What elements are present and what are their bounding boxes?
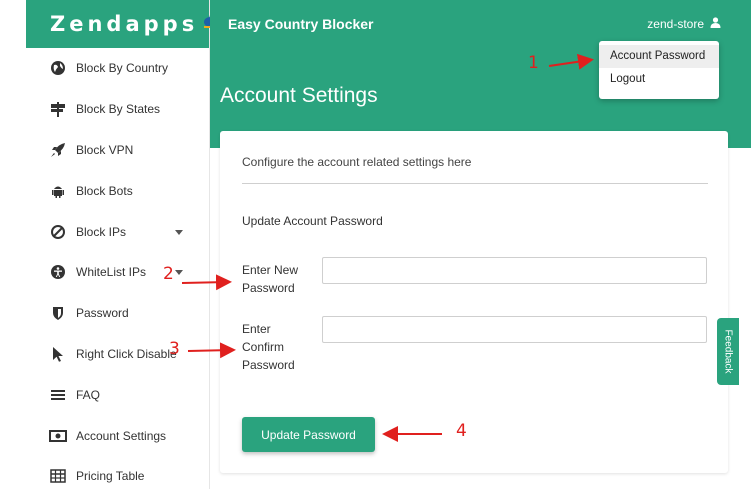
sidebar-item-label: Block IPs bbox=[76, 224, 127, 239]
confirm-password-input[interactable] bbox=[322, 316, 707, 343]
chevron-down-icon[interactable] bbox=[175, 270, 183, 276]
signpost-icon bbox=[48, 100, 68, 118]
sidebar-item-block-vpn[interactable]: Block VPN bbox=[26, 130, 209, 171]
sidebar-item-block-by-states[interactable]: Block By States bbox=[26, 89, 209, 130]
money-icon bbox=[48, 427, 68, 445]
sidebar-item-label: Block By States bbox=[76, 102, 161, 117]
label-line: Password bbox=[242, 358, 295, 372]
divider bbox=[242, 183, 708, 184]
label-line: Enter bbox=[242, 322, 271, 336]
annotation-number: 4 bbox=[456, 421, 467, 441]
sidebar-item-block-ips[interactable]: Block IPs bbox=[26, 211, 209, 252]
update-password-button[interactable]: Update Password bbox=[242, 417, 375, 452]
section-title: Update Account Password bbox=[242, 214, 383, 228]
user-icon bbox=[710, 17, 721, 31]
sidebar-item-whitelist-ips[interactable]: WhiteList IPs bbox=[26, 252, 209, 293]
annotation-number: 1 bbox=[528, 53, 539, 73]
sidebar-item-password[interactable]: Password bbox=[26, 293, 209, 334]
sidebar-item-label: Account Settings bbox=[76, 428, 167, 443]
annotation-number: 3 bbox=[169, 339, 180, 359]
label-line: Enter New bbox=[242, 263, 299, 277]
sidebar-item-label: Right Click Disable bbox=[76, 346, 177, 361]
sidebar-nav: Block By Country Block By States Block V… bbox=[26, 48, 209, 489]
feedback-tab[interactable]: Feedback bbox=[717, 318, 739, 385]
annotation-number: 2 bbox=[163, 264, 174, 284]
sidebar-item-pricing-table[interactable]: Pricing Table bbox=[26, 456, 209, 489]
ban-icon bbox=[48, 223, 68, 241]
shield-icon bbox=[48, 304, 68, 322]
sidebar-item-right-click-disable[interactable]: Right Click Disable bbox=[26, 334, 209, 375]
user-menu-toggle[interactable]: zend-store bbox=[647, 17, 721, 31]
app-title: Easy Country Blocker bbox=[228, 16, 374, 32]
sidebar-item-label: Password bbox=[76, 306, 129, 321]
globe-icon bbox=[48, 59, 68, 77]
menu-item-account-password[interactable]: Account Password bbox=[599, 45, 719, 68]
sidebar: Zendapps Block By Country Block By State… bbox=[26, 0, 221, 489]
sidebar-item-account-settings[interactable]: Account Settings bbox=[26, 415, 209, 456]
card-description: Configure the account related settings h… bbox=[242, 155, 472, 169]
sidebar-item-block-bots[interactable]: Block Bots bbox=[26, 170, 209, 211]
label-line: Password bbox=[242, 281, 295, 295]
sidebar-item-faq[interactable]: FAQ bbox=[26, 374, 209, 415]
feedback-label: Feedback bbox=[722, 329, 734, 374]
chevron-down-icon[interactable] bbox=[175, 229, 183, 235]
brand-bar: Zendapps bbox=[26, 0, 221, 48]
sidebar-item-label: WhiteList IPs bbox=[76, 265, 147, 280]
sidebar-item-label: Block Bots bbox=[76, 183, 133, 198]
new-password-label: Enter New Password bbox=[242, 261, 298, 297]
rocket-icon bbox=[48, 141, 68, 159]
user-name: zend-store bbox=[647, 17, 704, 31]
cursor-icon bbox=[48, 345, 68, 363]
bars-icon bbox=[48, 386, 68, 404]
android-icon bbox=[48, 182, 68, 200]
table-icon bbox=[48, 467, 68, 485]
sidebar-item-label: Pricing Table bbox=[76, 469, 145, 484]
sidebar-item-label: Block VPN bbox=[76, 142, 134, 157]
brand-logo: Zendapps bbox=[50, 12, 199, 36]
account-settings-card: Configure the account related settings h… bbox=[220, 131, 728, 473]
sidebar-item-label: FAQ bbox=[76, 387, 101, 402]
accessibility-icon bbox=[48, 263, 68, 281]
page-title: Account Settings bbox=[220, 84, 378, 107]
user-dropdown-menu: Account Password Logout bbox=[599, 41, 719, 99]
label-line: Confirm bbox=[242, 340, 285, 354]
confirm-password-label: Enter Confirm Password bbox=[242, 320, 295, 374]
new-password-input[interactable] bbox=[322, 257, 707, 284]
sidebar-item-block-by-country[interactable]: Block By Country bbox=[26, 48, 209, 89]
sidebar-item-label: Block By Country bbox=[76, 61, 169, 76]
menu-item-logout[interactable]: Logout bbox=[599, 68, 719, 91]
